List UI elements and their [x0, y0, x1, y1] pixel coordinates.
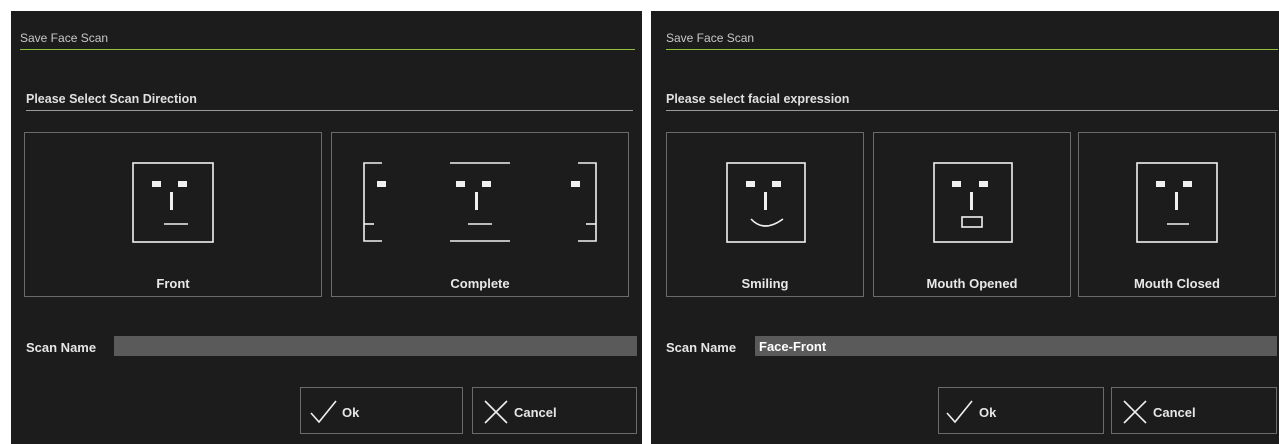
face-complete-icon: [363, 162, 597, 242]
ok-button[interactable]: Ok: [938, 387, 1104, 434]
expression-option-label: Smiling: [741, 276, 789, 291]
close-x-icon: [484, 400, 508, 424]
dialog-title: Save Face Scan: [20, 31, 635, 50]
section-heading: Please Select Scan Direction: [26, 92, 633, 111]
scan-option-label: Complete: [450, 276, 510, 291]
ok-button-label: Ok: [979, 405, 997, 420]
scan-name-label: Scan Name: [666, 340, 737, 355]
scan-option-front[interactable]: Front: [24, 132, 322, 297]
save-face-scan-dialog-direction: Save Face Scan Please Select Scan Direct…: [11, 11, 642, 444]
scan-name-input[interactable]: [755, 336, 1277, 356]
expression-option-label: Mouth Closed: [1134, 276, 1220, 291]
expression-option-smiling[interactable]: Smiling: [666, 132, 864, 297]
expression-option-mouth-closed[interactable]: Mouth Closed: [1078, 132, 1276, 297]
ok-button-label: Ok: [342, 405, 360, 420]
expression-option-label: Mouth Opened: [926, 276, 1018, 291]
scan-name-input[interactable]: [114, 336, 637, 356]
expression-option-mouth-opened[interactable]: Mouth Opened: [873, 132, 1071, 297]
dialog-title: Save Face Scan: [666, 31, 1278, 50]
face-front-icon: [132, 162, 214, 243]
cancel-button-label: Cancel: [1153, 405, 1196, 420]
face-mouth-closed-icon: [1136, 162, 1218, 243]
scan-option-complete[interactable]: Complete: [331, 132, 629, 297]
face-smiling-icon: [726, 162, 806, 243]
close-x-icon: [1123, 400, 1147, 424]
save-face-scan-dialog-expression: Save Face Scan Please select facial expr…: [651, 11, 1279, 444]
section-heading: Please select facial expression: [666, 92, 1278, 111]
cancel-button[interactable]: Cancel: [1111, 387, 1277, 434]
cancel-button[interactable]: Cancel: [472, 387, 637, 434]
checkmark-icon: [946, 400, 973, 424]
ok-button[interactable]: Ok: [300, 387, 463, 434]
face-mouth-opened-icon: [933, 162, 1013, 243]
scan-option-label: Front: [156, 276, 190, 291]
scan-name-label: Scan Name: [26, 340, 97, 355]
cancel-button-label: Cancel: [514, 405, 557, 420]
checkmark-icon: [310, 400, 337, 424]
